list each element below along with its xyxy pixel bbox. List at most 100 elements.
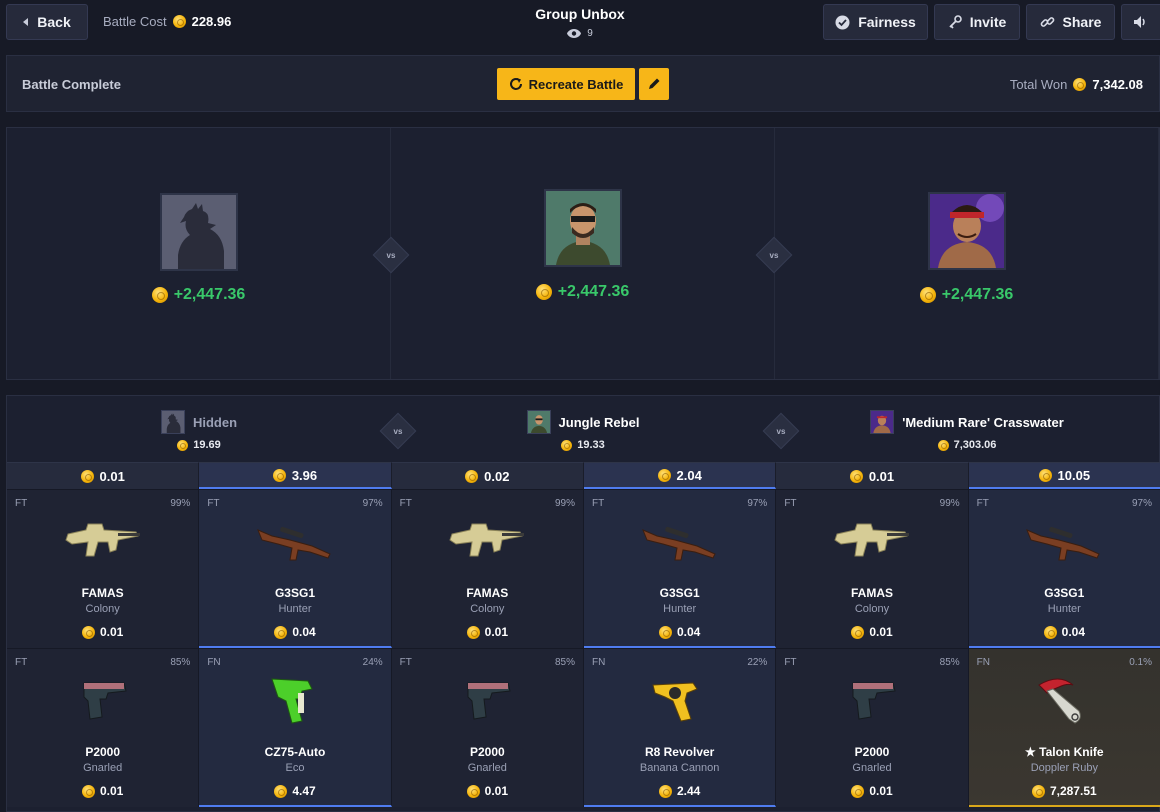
item-wear: FT <box>976 498 989 509</box>
coin-icon <box>851 784 865 798</box>
item-skin: Colony <box>470 603 505 615</box>
item-card[interactable]: FT 85% P2000 Gnarled 0.01 <box>391 648 584 807</box>
item-skin: Doppler Ruby <box>1030 762 1098 774</box>
crasswater-portrait <box>929 194 1004 268</box>
invite-button[interactable]: Invite <box>934 4 1020 40</box>
round-value-text: 0.01 <box>99 468 125 484</box>
coin-icon <box>1031 784 1045 798</box>
item-price: 0.01 <box>776 784 967 798</box>
item-card[interactable]: FN 24% CZ75-Auto Eco 4.47 <box>199 648 392 807</box>
item-price-value: 0.01 <box>484 784 508 798</box>
rounds-grid: 0.01 3.96 0.02 2.04 0.01 10.05 FT 99% FA… <box>7 462 1160 807</box>
total-won-label: Total Won <box>1009 77 1068 92</box>
item-card[interactable]: FN 0.1% ★ Talon Knife Doppler Ruby 7,287… <box>968 648 1160 807</box>
item-skin: Hunter <box>278 603 312 615</box>
coin-icon <box>465 469 479 483</box>
coin-icon <box>1038 468 1052 482</box>
player-total: 19.69 <box>7 439 391 451</box>
invite-label: Invite <box>969 14 1007 30</box>
item-skin: Gnarled <box>83 762 123 774</box>
item-chance: 97% <box>1131 498 1152 509</box>
share-button[interactable]: Share <box>1026 4 1115 40</box>
viewer-count-value: 9 <box>587 28 593 39</box>
player-summary-2: Jungle Rebel 19.33 <box>391 396 775 462</box>
item-skin: Hunter <box>663 603 697 615</box>
item-card[interactable]: FT 85% P2000 Gnarled 0.01 <box>776 648 969 807</box>
total-won: Total Won 7,342.08 <box>1010 77 1143 92</box>
player-total-value: 19.33 <box>577 439 605 451</box>
showcase-player-1: +2,447.36 <box>7 128 391 379</box>
g3sg1-icon <box>257 526 331 561</box>
back-button[interactable]: Back <box>6 4 88 40</box>
item-card[interactable]: FT 97% G3SG1 Hunter 0.04 <box>583 489 777 648</box>
player-1-winnings: +2,447.36 <box>7 286 390 304</box>
item-card[interactable]: FT 97% G3SG1 Hunter 0.04 <box>199 489 392 648</box>
recreate-battle-button[interactable]: Recreate Battle <box>497 68 635 100</box>
g3sg1-icon <box>1026 526 1100 561</box>
item-card[interactable]: FT 99% FAMAS Colony 0.01 <box>7 489 200 648</box>
item-chance: 85% <box>170 657 191 668</box>
famas-icon <box>65 523 140 557</box>
viewer-count: 9 <box>480 28 680 39</box>
coin-icon <box>466 784 480 798</box>
edit-battle-button[interactable] <box>639 68 669 100</box>
item-card[interactable]: FT 99% FAMAS Colony 0.01 <box>776 489 969 648</box>
player-summary-3: 'Medium Rare' Crasswater 7,303.06 <box>775 396 1159 462</box>
avatar-crasswater-small <box>870 410 895 434</box>
item-price: 0.04 <box>969 625 1160 639</box>
showcase-player-3: +2,447.36 <box>775 128 1159 379</box>
item-wear: FT <box>399 498 412 509</box>
item-card[interactable]: FT 99% FAMAS Colony 0.01 <box>391 489 584 648</box>
item-chance: 24% <box>362 657 383 668</box>
item-card[interactable]: FN 22% R8 Revolver Banana Cannon 2.44 <box>583 648 777 807</box>
battle-cost-value: 228.96 <box>191 14 232 29</box>
player-name-row: Jungle Rebel <box>391 410 775 434</box>
players-showcase: +2,447.36 +2,447.36 +2,447.36 vs vs <box>6 127 1160 380</box>
item-price-value: 0.01 <box>99 625 124 639</box>
link-icon <box>1040 16 1054 27</box>
r8-revolver-icon <box>652 682 698 722</box>
player-3-winnings: +2,447.36 <box>775 286 1158 304</box>
item-name: P2000 <box>854 745 890 759</box>
item-wear: FN <box>207 657 221 668</box>
item-chance: 85% <box>554 657 575 668</box>
refresh-icon <box>509 78 522 90</box>
check-circle-icon <box>835 15 850 29</box>
item-wear: FT <box>15 498 28 509</box>
coin-icon <box>274 784 288 798</box>
pencil-icon <box>649 78 660 89</box>
fairness-button[interactable]: Fairness <box>823 4 928 40</box>
coin-icon <box>1043 625 1057 639</box>
item-card[interactable]: FT 85% P2000 Gnarled 0.01 <box>7 648 200 807</box>
sound-button[interactable] <box>1121 4 1160 40</box>
item-chance: 97% <box>747 498 768 509</box>
round-results-panel: Hidden 19.69 Jungle Rebel 19.33 'Medium … <box>6 395 1160 812</box>
total-won-value: 7,342.08 <box>1092 77 1143 92</box>
item-price: 7,287.51 <box>969 784 1160 798</box>
coin-icon <box>274 625 288 639</box>
battle-title-block: Group Unbox 9 <box>480 6 680 39</box>
item-chance: 99% <box>939 498 960 509</box>
item-card[interactable]: FT 97% G3SG1 Hunter 0.04 <box>968 489 1160 648</box>
item-price-value: 7,287.51 <box>1049 784 1097 798</box>
p2000-icon <box>852 682 896 720</box>
avatar-jungle-rebel <box>543 189 622 267</box>
item-price-value: 0.01 <box>484 625 508 639</box>
player-2-winnings: +2,447.36 <box>391 283 774 301</box>
vs-label: vs <box>386 250 396 260</box>
coin-icon <box>466 625 480 639</box>
item-chance: 97% <box>362 498 383 509</box>
item-skin: Eco <box>285 762 305 774</box>
player-total-value: 7,303.06 <box>953 439 997 451</box>
item-wear: FT <box>784 657 797 668</box>
item-price: 0.01 <box>392 625 583 639</box>
item-price: 0.01 <box>7 784 198 798</box>
vs-label: vs <box>776 426 786 436</box>
coin-icon <box>658 625 672 639</box>
item-price: 0.01 <box>7 625 198 639</box>
item-skin: Colony <box>854 603 890 615</box>
battle-cost: Battle Cost 228.96 <box>103 14 231 29</box>
item-price-value: 0.01 <box>99 784 124 798</box>
item-price: 0.01 <box>776 625 967 639</box>
coin-icon <box>561 439 573 451</box>
